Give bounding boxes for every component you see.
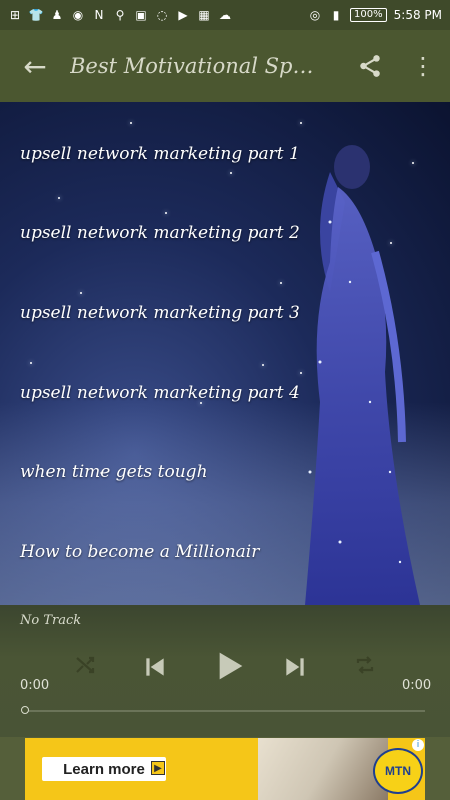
more-options-button[interactable]: ⋮: [406, 48, 440, 84]
next-button[interactable]: [278, 650, 312, 684]
now-playing-label: No Track: [20, 613, 82, 628]
skip-previous-icon: [146, 658, 164, 676]
track-item[interactable]: upsell network marketing part 3: [0, 283, 450, 343]
app-icon: ▦: [198, 8, 210, 22]
arrow-right-icon: ▶: [151, 761, 165, 775]
play-icon: [219, 652, 243, 680]
ad-banner[interactable]: Learn more ▶ MTN i ✕: [25, 738, 425, 800]
person-icon: ♟: [51, 8, 63, 22]
seek-bar-thumb[interactable]: [21, 706, 29, 714]
arrow-left-icon: ←: [23, 49, 47, 83]
hotspot-icon: ◎: [309, 8, 321, 22]
repeat-button[interactable]: [350, 650, 380, 680]
player-panel: No Track 0:00 0:00: [0, 605, 450, 737]
learn-more-button[interactable]: Learn more: [42, 757, 166, 781]
weather-icon: ☁: [219, 8, 231, 22]
ad-area: Learn more ▶ MTN i ✕: [0, 737, 450, 800]
youtube-icon: ▶: [178, 8, 188, 22]
image-icon: ▣: [135, 8, 147, 22]
track-list-area[interactable]: upsell network marketing part 1 upsell n…: [0, 102, 450, 605]
share-button[interactable]: [352, 48, 388, 84]
track-title: when time gets tough: [20, 462, 208, 482]
battery-indicator: 100%: [350, 8, 387, 22]
track-title: upsell network marketing part 1: [20, 144, 300, 164]
signal-icon: ▮: [332, 8, 340, 22]
status-left-icons: ⊞ 👕 ♟ ◉ N ⚲ ▣ ◌ ▶ ▦ ☁: [8, 8, 232, 22]
track-title: upsell network marketing part 4: [20, 383, 300, 403]
status-bar: ⊞ 👕 ♟ ◉ N ⚲ ▣ ◌ ▶ ▦ ☁ ◎ ▮ 100% 5:58 PM: [0, 0, 450, 30]
track-item[interactable]: upsell network marketing part 4: [0, 363, 450, 423]
broom-icon: ⚲: [115, 8, 125, 22]
seek-bar[interactable]: [25, 710, 425, 712]
ad-image: [258, 738, 388, 800]
share-icon: [360, 55, 380, 77]
chat-icon: ◌: [156, 8, 168, 22]
shuffle-button[interactable]: [70, 650, 100, 680]
track-item[interactable]: when time gets tough: [0, 442, 450, 502]
shuffle-icon: [76, 656, 95, 674]
ad-info-icon[interactable]: i: [412, 739, 424, 751]
track-title: upsell network marketing part 2: [20, 223, 300, 243]
track-title: How to become a Millionair: [20, 542, 260, 562]
elapsed-time: 0:00: [20, 678, 50, 693]
tshirt-icon: 👕: [28, 8, 44, 22]
add-box-icon: ⊞: [9, 8, 21, 22]
play-button[interactable]: [208, 645, 250, 687]
track-title: upsell network marketing part 3: [20, 303, 300, 323]
back-button[interactable]: ←: [0, 30, 70, 102]
skip-next-icon: [286, 658, 304, 676]
track-item[interactable]: How to become a Millionair: [0, 522, 450, 582]
radio-icon: ◉: [72, 8, 84, 22]
more-vert-icon: ⋮: [411, 52, 435, 80]
app-bar: ← Best Motivational Spee... ⋮: [0, 30, 450, 102]
repeat-icon: [356, 656, 374, 674]
previous-button[interactable]: [138, 650, 172, 684]
track-item[interactable]: upsell network marketing part 1: [0, 124, 450, 184]
track-item[interactable]: upsell network marketing part 2: [0, 203, 450, 263]
notification-n-icon: N: [94, 8, 104, 22]
status-right: ◎ ▮ 100% 5:58 PM: [308, 8, 442, 22]
mtn-logo: MTN: [373, 748, 423, 794]
app-title: Best Motivational Spee...: [70, 54, 315, 78]
total-duration: 0:00: [402, 678, 432, 693]
clock: 5:58 PM: [393, 8, 442, 22]
